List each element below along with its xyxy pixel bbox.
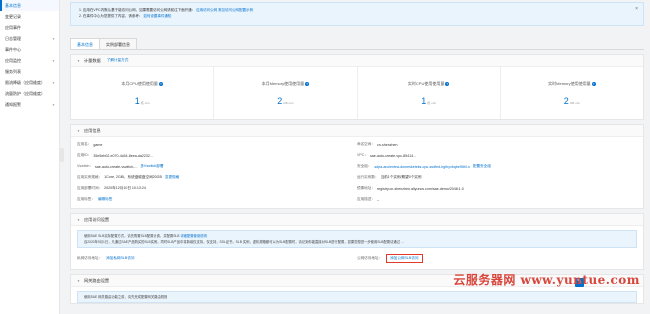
- gateway-title: 网关路由设置: [83, 277, 110, 283]
- info-instance-spec: 应用实例规格： 1Core, 2GiB，系统盘磁盘空间20GB 变更规格: [77, 175, 180, 180]
- help-icon[interactable]: ?: [158, 81, 163, 86]
- security-group-link[interactable]: sdpa-ancientea-domesketeks-cpu-ssdfed-hg…: [374, 165, 470, 169]
- info-app-tags: 应用标签： 编辑标签: [77, 197, 113, 202]
- sidebar-item-label: 应用监控: [5, 57, 21, 63]
- access-tip-link[interactable]: 详细配置使用说明: [180, 234, 206, 238]
- metric-label: 实时CPU使用使用量: [407, 81, 445, 86]
- notice-link-event-notify[interactable]: 如何设置事件通知: [143, 14, 171, 18]
- sidebar-item-label: 日志管理: [5, 35, 21, 41]
- sidebar-item-notifications[interactable]: 通知报警 ▼: [0, 99, 59, 110]
- gateway-tip: 使用SAE 网关路由功能之前，请先完成配置网关路由规则: [77, 291, 637, 303]
- chevron-down-icon: ▼: [77, 217, 80, 222]
- sidebar-item-label: 基本信息: [5, 2, 21, 8]
- metering-header[interactable]: ▼ 计量数据 了解计量方式: [71, 55, 643, 67]
- sidebar-item-rate-limiting[interactable]: 限流降级（应用维度） ▼: [0, 77, 59, 88]
- access-row: 私网访问地址： 添加私网SLB访问 公网访问地址： 添加公网SLB访问: [71, 248, 643, 269]
- metric-unit: 核·min: [427, 101, 437, 105]
- help-icon[interactable]: ?: [445, 81, 450, 86]
- notice-line-2: 2. 在事件中心为您提供了内容、请参考： 如何设置事件通知: [79, 14, 172, 18]
- sidebar-item-app-events[interactable]: 应用事件: [0, 22, 59, 33]
- app-info-card: ▼ 应用信息 应用名： game 命名空间： cn-shenzhen 应用ID： 35…: [70, 124, 644, 209]
- chevron-down-icon: ▼: [77, 128, 80, 133]
- metric-unit: 核·min: [140, 101, 150, 105]
- sidebar-item-label: 服务列表: [5, 68, 21, 74]
- info-image-address: 镜像地址： registry.cn-shenzhen.aliyuncs.com/s…: [357, 186, 464, 191]
- sidebar-item-label: 限流降级（应用维度）: [5, 79, 45, 85]
- metric-realtime-cpu: 实时CPU使用使用量? 1核·min: [358, 67, 501, 119]
- info-security-group: 安全组： sdpa-ancientea-domesketeks-cpu-ssdfe…: [357, 164, 491, 169]
- metric-label: 实时Memory使用使用量: [548, 81, 591, 86]
- chevron-down-icon: ▼: [52, 58, 55, 63]
- info-namespace: 命名空间： cn-shenzhen: [357, 142, 398, 147]
- info-deploy-time: 应用部署时间： 2020年12月10日 10:13:24: [77, 186, 146, 190]
- sidebar-item-label: 事件中心: [5, 46, 21, 52]
- private-access: 私网访问地址： 添加私网SLB访问: [77, 256, 135, 261]
- metering-help-link[interactable]: 了解计量方式: [107, 58, 129, 63]
- close-icon[interactable]: ×: [635, 7, 638, 12]
- info-vpc: VPC： sae-auto-create-vpc-85414...: [357, 153, 417, 158]
- chevron-down-icon: ▼: [52, 102, 55, 107]
- info-app-name: 应用名： game: [77, 142, 103, 147]
- sidebar-item-service-list[interactable]: 服务列表: [0, 66, 59, 77]
- app-info-title: 应用信息: [83, 127, 101, 133]
- sidebar-item-label: 变更记录: [5, 13, 21, 19]
- chevron-down-icon: ▼: [52, 36, 55, 41]
- access-tip: 使用SAE SLB实际配置方式，请先购置SLB配置计费，并配置SLB 详细配置使…: [77, 230, 637, 248]
- metric-value: 2: [277, 96, 283, 106]
- access-card: ▼ 应用访问设置 使用SAE SLB实际配置方式，请先购置SLB配置计费，并配置…: [70, 213, 644, 270]
- tab-basic-info[interactable]: 基本信息: [70, 38, 100, 49]
- access-header[interactable]: ▼ 应用访问设置: [71, 214, 643, 226]
- metric-unit: GB·min: [283, 101, 294, 105]
- metering-card: ▼ 计量数据 了解计量方式 本月CPU使用使用量? 1核·min 本月Memor…: [70, 54, 644, 120]
- metric-value: 1: [134, 96, 140, 106]
- configure-security-group-link[interactable]: 配置安全组: [473, 164, 491, 169]
- metric-value: 2: [563, 96, 569, 106]
- chevron-down-icon: ▼: [52, 80, 55, 85]
- add-public-slb-link[interactable]: 添加公网SLB访问: [386, 254, 423, 263]
- edit-tags-link[interactable]: 编辑标签: [98, 197, 112, 202]
- metric-unit: GB·min: [569, 101, 580, 105]
- sidebar-collapse-handle[interactable]: [60, 148, 64, 162]
- notice-link-examples[interactable]: 常见访问公网配置示例: [218, 8, 253, 12]
- sidebar-item-log-management[interactable]: 日志管理 ▼: [0, 33, 59, 44]
- metric-label: 本月CPU使用使用量: [121, 81, 158, 86]
- metric-month-cpu: 本月CPU使用使用量? 1核·min: [71, 67, 215, 119]
- metric-value: 1: [421, 96, 427, 106]
- main-content: 1. 应用在VPC内默认基于能访问公网，如果需要访问公网请前往下面开通： 应用访…: [66, 0, 650, 314]
- metric-month-memory: 本月Memory使用使用量? 2GB·min: [214, 67, 358, 119]
- sidebar-item-change-records[interactable]: 变更记录: [0, 11, 59, 22]
- info-running-instances: 运行实例数： 当前1个实例/期望0个实例: [357, 175, 422, 179]
- multi-vswitch-link[interactable]: 多Vswitch部署: [140, 164, 163, 169]
- metering-title: 计量数据: [83, 57, 101, 63]
- info-app-description: 应用描述： --: [357, 197, 380, 202]
- metric-label: 本月Memory使用使用量: [261, 81, 305, 86]
- help-icon[interactable]: ?: [591, 81, 596, 86]
- metric-realtime-memory: 实时Memory使用使用量? 2GB·min: [501, 67, 643, 119]
- sidebar: 基本信息 变更记录 应用事件 日志管理 ▼ 事件中心 应用监控 ▼ 服务列表 限流降…: [0, 0, 60, 314]
- add-private-slb-link[interactable]: 添加私网SLB访问: [106, 256, 134, 261]
- sidebar-item-app-monitoring[interactable]: 应用监控 ▼: [0, 55, 59, 66]
- sidebar-item-label: 通知报警: [5, 101, 21, 107]
- info-app-id: 应用ID： 35e5eb02-e070-4c54-8eea-da2232...: [77, 153, 153, 158]
- info-vswitch: Vswitch： sae-auto-create-vswitch-... 多Vswi…: [77, 164, 164, 169]
- tab-bar: 基本信息 实例部署信息: [70, 38, 644, 50]
- sidebar-item-label: 流量防护（应用维度）: [5, 90, 45, 96]
- watermark: 云服务器网 www.yuntue.com: [453, 273, 640, 287]
- notice-banner: 1. 应用在VPC内默认基于能访问公网，如果需要访问公网请前往下面开通： 应用访…: [70, 2, 644, 26]
- sidebar-item-traffic-protection[interactable]: 流量防护（应用维度）: [0, 88, 59, 99]
- notice-link-public-access[interactable]: 应用访问公网: [196, 8, 217, 12]
- chevron-down-icon: ▼: [77, 278, 80, 283]
- metrics-row: 本月CPU使用使用量? 1核·min 本月Memory使用使用量? 2GB·mi…: [71, 67, 643, 119]
- sidebar-item-event-center[interactable]: 事件中心: [0, 44, 59, 55]
- access-title: 应用访问设置: [83, 216, 110, 222]
- app-info-grid: 应用名： game 命名空间： cn-shenzhen 应用ID： 35e5eb02-…: [71, 137, 643, 208]
- sidebar-item-label: 应用事件: [5, 24, 21, 30]
- public-access: 公网访问地址： 添加公网SLB访问: [357, 254, 637, 263]
- chevron-down-icon: ▼: [77, 58, 80, 63]
- sidebar-item-basic-info[interactable]: 基本信息: [0, 0, 59, 11]
- change-spec-link[interactable]: 变更规格: [165, 175, 179, 180]
- help-icon[interactable]: ?: [305, 81, 310, 86]
- app-info-header[interactable]: ▼ 应用信息: [71, 125, 643, 137]
- tab-instance-deployment[interactable]: 实例部署信息: [99, 38, 137, 49]
